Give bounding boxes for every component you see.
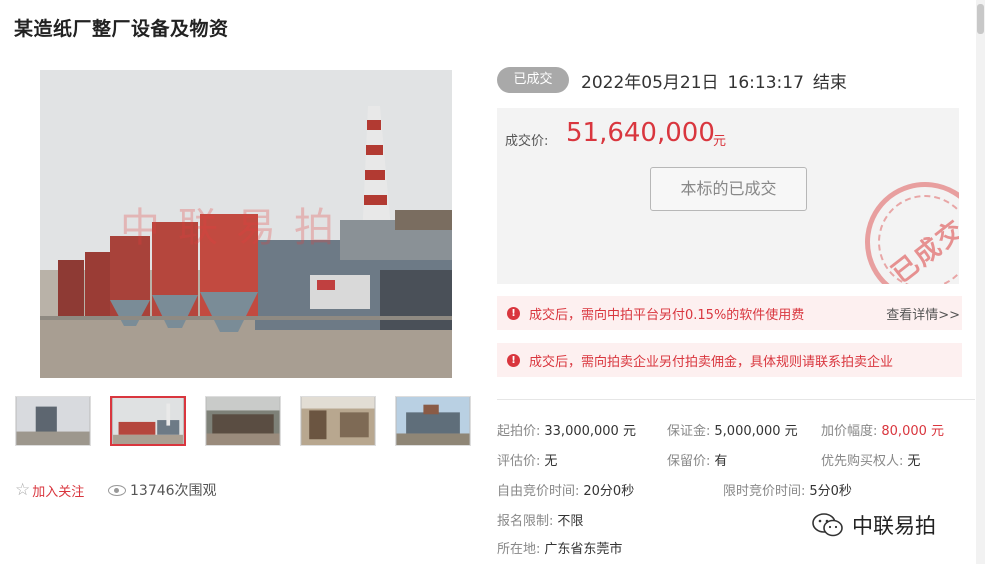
- end-clock: 16:13:17: [727, 73, 804, 93]
- limited-bidding-time: 限时竞价时间: 5分0秒: [723, 484, 852, 499]
- follow-label: 加入关注: [32, 484, 85, 500]
- registration-limit: 报名限制: 不限: [497, 514, 584, 529]
- thumbnail-image: [206, 397, 280, 445]
- price-panel: 成交价: 51,640,000 元 本标的已成交 已成交: [497, 108, 959, 284]
- star-icon: ☆: [15, 480, 31, 500]
- start-price: 起拍价: 33,000,000 元: [497, 424, 636, 439]
- wechat-icon: [812, 513, 843, 537]
- follow-button[interactable]: ☆ 加入关注: [15, 480, 84, 500]
- final-price-value: 51,640,000: [566, 118, 715, 148]
- thumbnail-4[interactable]: [300, 396, 376, 446]
- reserve-price: 保留价: 有: [667, 454, 728, 469]
- page-title: 某造纸厂整厂设备及物资: [14, 18, 229, 40]
- thumbnail-5[interactable]: [395, 396, 471, 446]
- photo-watermark: 中联易拍: [120, 205, 352, 251]
- status-badge: 已成交: [497, 67, 569, 93]
- sold-button[interactable]: 本标的已成交: [650, 167, 807, 211]
- location: 所在地: 广东省东莞市: [497, 542, 623, 557]
- priority-buyer: 优先购买权人: 无: [821, 454, 921, 469]
- bid-increment: 加价幅度: 80,000 元: [821, 424, 945, 439]
- fee-notice: ! 成交后，需向中拍平台另付0.15%的软件使用费 查看详情>>: [497, 296, 962, 330]
- brand-watermark: 中联易拍: [812, 510, 936, 540]
- final-price-unit: 元: [713, 134, 727, 149]
- brand-name: 中联易拍: [852, 514, 936, 538]
- scrollbar-thumb[interactable]: [977, 4, 984, 34]
- thumbnail-3[interactable]: [205, 396, 281, 446]
- alert-icon: !: [507, 353, 520, 367]
- eye-icon: [108, 484, 126, 496]
- fee-notice-text: 成交后，需向中拍平台另付0.15%的软件使用费: [529, 307, 805, 323]
- divider: [497, 399, 975, 400]
- thumbnail-1[interactable]: [15, 396, 91, 446]
- commission-notice: ! 成交后，需向拍卖企业另付拍卖佣金，具体规则请联系拍卖企业: [497, 343, 962, 377]
- deposit: 保证金: 5,000,000 元: [667, 424, 798, 439]
- free-bidding-time: 自由竞价时间: 20分0秒: [497, 484, 635, 499]
- end-date: 2022年05月21日: [581, 73, 719, 93]
- auction-end-time: 2022年05月21日 16:13:17 结束: [581, 68, 847, 93]
- final-price-label: 成交价:: [505, 134, 549, 149]
- view-count-label: 13746次围观: [130, 483, 217, 499]
- end-suffix: 结束: [812, 73, 847, 93]
- appraisal-price: 评估价: 无: [497, 454, 558, 469]
- alert-icon: !: [507, 306, 520, 320]
- sold-stamp-text: 已成交: [886, 214, 959, 284]
- view-count: 13746次围观: [108, 480, 217, 500]
- thumbnail-image: [16, 397, 90, 445]
- scrollbar[interactable]: [976, 0, 985, 564]
- view-details-link[interactable]: 查看详情>>: [886, 304, 960, 323]
- commission-notice-text: 成交后，需向拍卖企业另付拍卖佣金，具体规则请联系拍卖企业: [529, 354, 894, 370]
- thumbnail-image: [301, 397, 375, 445]
- sold-stamp: 已成交: [840, 157, 959, 284]
- thumbnail-image: [396, 397, 470, 445]
- main-photo[interactable]: 中联易拍: [40, 70, 452, 378]
- thumbnail-image: [113, 398, 183, 444]
- thumbnail-2[interactable]: [110, 396, 186, 446]
